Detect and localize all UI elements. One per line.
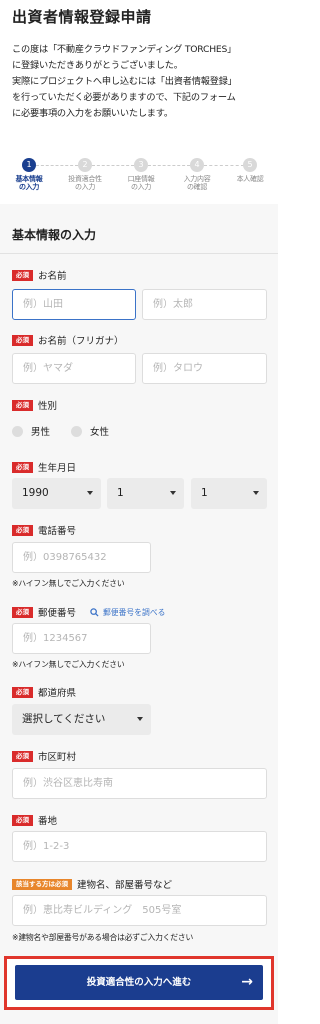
zip-input[interactable]: 例）1234567 — [12, 623, 151, 654]
required-badge: 必須 — [12, 814, 33, 826]
required-badge: 必須 — [12, 750, 33, 762]
intro-line: 実際にプロジェクトへ申し込むには「出資者情報登録」 — [12, 76, 237, 87]
required-badge: 必須 — [12, 524, 33, 536]
building-label-text: 建物名、部屋番号など — [77, 880, 173, 891]
gender-female-radio[interactable]: 女性 — [71, 424, 109, 438]
street-label-text: 番地 — [38, 816, 58, 827]
intro-line: この度は「不動産クラウドファンディング TORCHES」 — [12, 44, 237, 55]
conditional-required-badge: 該当する方は必須 — [12, 878, 72, 890]
step-number: 3 — [134, 158, 148, 172]
required-badge: 必須 — [12, 399, 33, 411]
next-step-button-label: 投資適合性の入力へ進む — [86, 977, 192, 988]
first-name-input[interactable]: 例）太郎 — [142, 289, 267, 320]
street-label: 必須 番地 — [12, 813, 57, 827]
intro-text: この度は「不動産クラウドファンディング TORCHES」 に登録いただきありがと… — [12, 42, 274, 122]
step-4: 4 入力内容 の確認 — [169, 158, 225, 191]
birthdate-label: 必須 生年月日 — [12, 460, 76, 474]
birth-day-select[interactable]: 1 — [191, 478, 267, 509]
step-label: の入力 — [74, 183, 96, 191]
required-badge: 必須 — [12, 334, 33, 346]
chevron-down-icon — [170, 491, 176, 495]
last-name-kana-input[interactable]: 例）ヤマダ — [12, 353, 136, 384]
required-badge: 必須 — [12, 269, 33, 281]
zip-label: 必須 郵便番号 郵便番号を調べる — [12, 605, 165, 619]
name-label-text: お名前 — [38, 271, 67, 282]
section-title: 基本情報の入力 — [12, 228, 97, 242]
phone-note: ※ハイフン無しでご入力ください — [12, 579, 125, 588]
required-badge: 必須 — [12, 686, 33, 698]
gender-label: 必須 性別 — [12, 398, 57, 412]
birth-month-select[interactable]: 1 — [107, 478, 184, 509]
select-value: 選択してください — [22, 713, 106, 725]
select-value: 1990 — [22, 487, 49, 499]
zip-label-text: 郵便番号 — [38, 608, 77, 619]
step-label: 入力内容 — [183, 175, 211, 183]
step-5: 5 本人確認 — [222, 158, 278, 183]
step-label: 口座情報 — [127, 175, 155, 183]
building-note: ※建物名や部屋番号がある場合は必ずご入力ください — [12, 933, 194, 942]
search-icon — [90, 607, 99, 617]
gender-label-text: 性別 — [38, 401, 58, 412]
step-number: 4 — [190, 158, 204, 172]
radio-circle-icon — [12, 425, 23, 437]
intro-line: を行っていただく必要がありますので、下記のフォーム — [12, 92, 236, 103]
chevron-down-icon — [253, 491, 259, 495]
step-1: 1 基本情報 の入力 — [1, 158, 57, 191]
step-label: 基本情報 — [15, 175, 43, 183]
progress-steps: 1 基本情報 の入力 2 投資適合性 の入力 3 口座情報 の入力 4 入力内容… — [0, 158, 278, 198]
zip-search-text: 郵便番号を調べる — [103, 607, 166, 617]
city-input[interactable]: 例）渋谷区恵比寿南 — [12, 768, 267, 799]
step-3: 3 口座情報 の入力 — [113, 158, 169, 191]
name-kana-label-text: お名前（フリガナ） — [38, 336, 124, 347]
submit-highlight: 投資適合性の入力へ進む → — [4, 956, 274, 1010]
select-value: 1 — [117, 487, 124, 499]
step-label: の確認 — [186, 183, 208, 191]
gender-male-radio[interactable]: 男性 — [12, 424, 50, 438]
page-title: 出資者情報登録申請 — [12, 8, 152, 26]
phone-label: 必須 電話番号 — [12, 523, 76, 537]
step-number: 1 — [22, 158, 36, 172]
zip-search-link[interactable]: 郵便番号を調べる — [90, 607, 165, 618]
zip-note: ※ハイフン無しでご入力ください — [12, 660, 125, 669]
step-label: の入力 — [18, 183, 40, 191]
intro-line: に登録いただきありがとうございました。 — [12, 60, 183, 71]
name-kana-label: 必須 お名前（フリガナ） — [12, 333, 124, 347]
arrow-right-icon: → — [241, 974, 253, 990]
required-badge: 必須 — [12, 461, 33, 473]
step-label: 投資適合性 — [68, 175, 102, 183]
intro-line: に必要事項の入力をお願いいたします。 — [12, 108, 173, 119]
step-2: 2 投資適合性 の入力 — [57, 158, 113, 191]
street-input[interactable]: 例）1-2-3 — [12, 831, 267, 862]
step-number: 2 — [78, 158, 92, 172]
city-label-text: 市区町村 — [38, 752, 77, 763]
section-divider — [0, 253, 278, 254]
select-value: 1 — [201, 487, 208, 499]
name-label: 必須 お名前 — [12, 268, 67, 282]
prefecture-label-text: 都道府県 — [38, 688, 77, 699]
birthdate-label-text: 生年月日 — [38, 463, 77, 474]
step-number: 5 — [243, 158, 257, 172]
required-badge: 必須 — [12, 606, 33, 618]
phone-label-text: 電話番号 — [38, 526, 77, 537]
prefecture-label: 必須 都道府県 — [12, 685, 76, 699]
next-step-button[interactable]: 投資適合性の入力へ進む → — [15, 965, 263, 1000]
step-label: 本人確認 — [236, 175, 264, 183]
building-label: 該当する方は必須 建物名、部屋番号など — [12, 877, 172, 891]
prefecture-select[interactable]: 選択してください — [12, 704, 151, 735]
basic-info-form: 基本情報の入力 必須 お名前 例）山田 例）太郎 必須 お名前（フリガナ） 例）… — [0, 204, 278, 1024]
radio-label: 女性 — [90, 427, 110, 438]
last-name-input[interactable]: 例）山田 — [12, 289, 136, 320]
radio-label: 男性 — [31, 427, 51, 438]
radio-circle-icon — [71, 425, 82, 437]
step-label: の入力 — [130, 183, 152, 191]
birth-year-select[interactable]: 1990 — [12, 478, 101, 509]
chevron-down-icon — [87, 491, 93, 495]
phone-input[interactable]: 例）0398765432 — [12, 542, 151, 573]
first-name-kana-input[interactable]: 例）タロウ — [142, 353, 267, 384]
building-input[interactable]: 例）恵比寿ビルディング 505号室 — [12, 895, 267, 926]
page-header: 出資者情報登録申請 この度は「不動産クラウドファンディング TORCHES」 に… — [0, 0, 278, 150]
chevron-down-icon — [137, 717, 143, 721]
city-label: 必須 市区町村 — [12, 749, 76, 763]
